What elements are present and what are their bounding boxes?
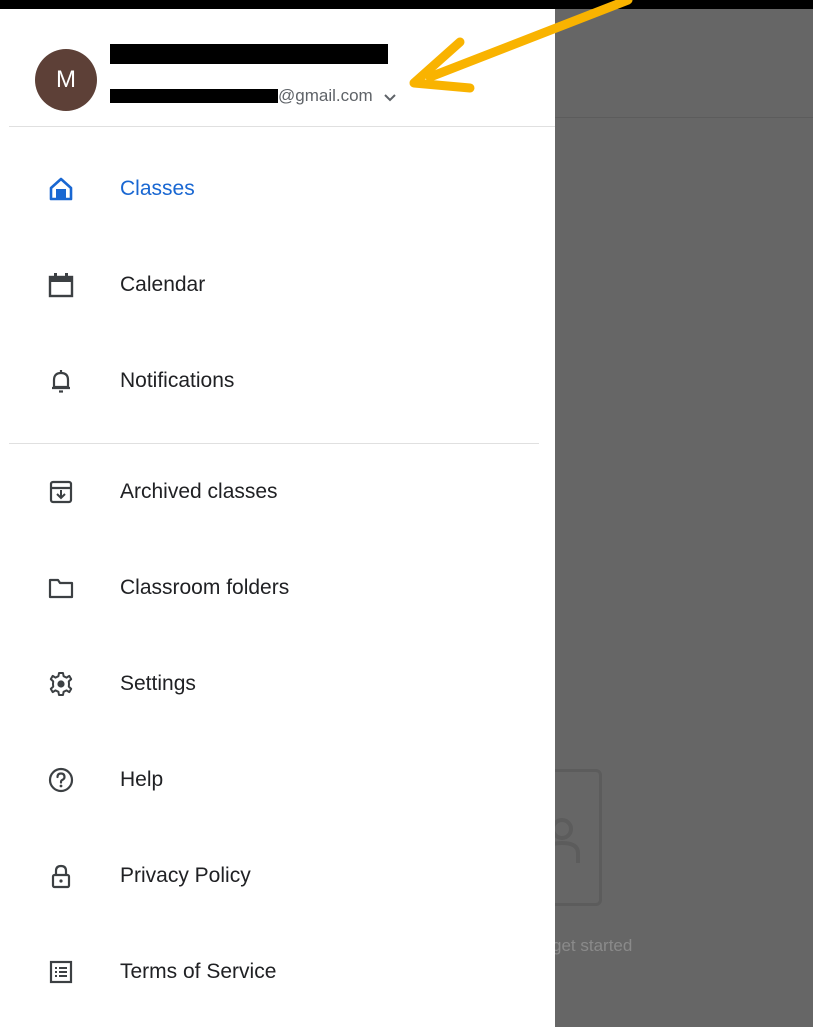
account-name-redacted bbox=[110, 44, 388, 64]
archive-icon bbox=[49, 480, 73, 504]
nav-item-classes[interactable]: Classes bbox=[0, 159, 555, 219]
chevron-down-icon[interactable] bbox=[383, 93, 397, 103]
nav-label: Classroom folders bbox=[120, 576, 290, 599]
account-switcher[interactable]: @gmail.com bbox=[110, 84, 397, 108]
nav-label: Classes bbox=[120, 177, 195, 200]
nav-item-calendar[interactable]: Calendar bbox=[0, 255, 555, 315]
nav-item-notifications[interactable]: Notifications bbox=[0, 351, 555, 411]
email-redacted bbox=[110, 89, 278, 103]
account-email: @gmail.com bbox=[278, 86, 373, 105]
nav-item-archived-classes[interactable]: Archived classes bbox=[0, 462, 555, 522]
avatar[interactable]: M bbox=[35, 49, 97, 111]
document-list-icon bbox=[49, 960, 73, 984]
nav-label: Settings bbox=[120, 672, 196, 695]
nav-label: Help bbox=[120, 768, 164, 791]
nav-label: Notifications bbox=[120, 369, 235, 392]
annotation-arrow-icon bbox=[409, 0, 633, 93]
bell-icon bbox=[52, 370, 70, 393]
nav-label: Privacy Policy bbox=[120, 864, 251, 887]
background-hint-text: get started bbox=[552, 936, 633, 955]
lock-icon bbox=[51, 864, 71, 889]
navigation-drawer: M @gmail.com Classes Calendar Notificati… bbox=[0, 9, 555, 1027]
nav-label: Archived classes bbox=[120, 480, 278, 503]
gear-icon bbox=[49, 672, 73, 696]
nav-item-help[interactable]: Help bbox=[0, 750, 555, 810]
section-divider bbox=[9, 443, 539, 444]
nav-item-privacy-policy[interactable]: Privacy Policy bbox=[0, 846, 555, 906]
home-icon bbox=[49, 177, 73, 201]
nav-item-settings[interactable]: Settings bbox=[0, 654, 555, 714]
folder-icon bbox=[48, 578, 74, 599]
nav-item-terms-of-service[interactable]: Terms of Service bbox=[0, 942, 555, 1002]
nav-label: Terms of Service bbox=[120, 960, 277, 983]
nav-item-classroom-folders[interactable]: Classroom folders bbox=[0, 558, 555, 618]
nav-label: Calendar bbox=[120, 273, 206, 296]
header-divider bbox=[9, 126, 555, 127]
help-icon bbox=[48, 767, 74, 793]
background-divider bbox=[555, 117, 813, 118]
calendar-icon bbox=[48, 273, 74, 298]
